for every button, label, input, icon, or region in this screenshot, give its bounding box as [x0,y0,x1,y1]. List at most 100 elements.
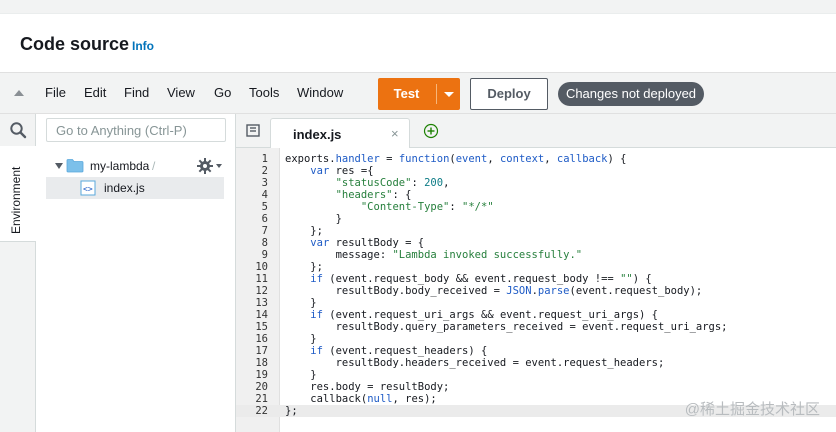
info-link[interactable]: Info [132,39,154,53]
gear-dropdown-caret-icon[interactable] [216,164,222,168]
code-line[interactable]: 13 } [236,297,836,309]
collapse-caret-icon[interactable] [14,90,24,96]
code-line[interactable]: 8 var resultBody = { [236,237,836,249]
code-text: } [285,333,317,345]
folder-suffix: / [152,159,156,173]
menu-file[interactable]: File [45,85,66,100]
go-to-anything-input[interactable]: Go to Anything (Ctrl-P) [46,118,226,142]
test-button[interactable]: Test [378,78,460,110]
code-line[interactable]: 5 "Content-Type": "*/*" [236,201,836,213]
test-button-label: Test [393,86,420,101]
code-line[interactable]: 17 if (event.request_headers) { [236,345,836,357]
code-line[interactable]: 15 resultBody.query_parameters_received … [236,321,836,333]
line-number: 19 [255,369,268,381]
code-line[interactable]: 1 exports.handler = function(event, conte… [236,153,836,165]
tree-folder-my-lambda[interactable]: my-lambda / [46,155,236,177]
code-text: if (event.request_body && event.request_… [310,273,652,285]
menu-go[interactable]: Go [214,85,231,100]
page-title: Code source [20,34,130,54]
line-number: 14 [255,309,268,321]
line-number: 5 [261,201,268,213]
code-line[interactable]: 20 res.body = resultBody; [236,381,836,393]
line-number: 18 [255,357,268,369]
test-dropdown-caret-icon[interactable] [444,92,454,97]
tree-file-index-js[interactable]: <> index.js [46,177,224,199]
status-badge: Changes not deployed [558,82,704,106]
menu-view[interactable]: View [167,85,195,100]
line-number: 3 [261,177,268,189]
code-text: callback(null, res); [285,393,437,405]
menu-window[interactable]: Window [297,85,343,100]
line-number: 1 [261,153,268,165]
code-text: "statusCode": 200, [335,177,450,189]
gear-icon[interactable] [196,157,214,178]
code-text: } [285,297,317,309]
line-number: 8 [261,237,268,249]
code-line[interactable]: 10 }; [236,261,836,273]
line-number: 21 [255,393,268,405]
search-icon[interactable] [9,121,27,144]
line-number: 10 [255,261,268,273]
code-line[interactable]: 4 "headers": { [236,189,836,201]
file-label: index.js [104,181,145,195]
line-number: 13 [255,297,268,309]
code-line[interactable]: 3 "statusCode": 200, [236,177,836,189]
line-number: 6 [261,213,268,225]
tab-label: index.js [293,127,342,142]
line-number: 9 [261,249,268,261]
code-text: resultBody.query_parameters_received = e… [285,321,728,333]
tab-index-js[interactable]: index.js × [270,118,410,149]
code-line[interactable]: 12 resultBody.body_received = JSON.parse… [236,285,836,297]
environment-tab-label: Environment [9,166,23,234]
menu-find[interactable]: Find [124,85,149,100]
tabs-menu-icon[interactable] [246,124,260,143]
deploy-button[interactable]: Deploy [470,78,548,110]
code-text: var res ={ [310,165,374,177]
add-tab-icon[interactable] [423,123,439,144]
line-number: 11 [255,273,268,285]
code-line[interactable]: 14 if (event.request_uri_args && event.r… [236,309,836,321]
close-icon[interactable]: × [391,126,399,141]
code-line[interactable]: 9 message: "Lambda invoked successfully.… [236,249,836,261]
code-text: message: "Lambda invoked successfully." [285,249,583,261]
test-button-divider [436,84,437,104]
code-text: resultBody.body_received = JSON.parse(ev… [285,285,703,297]
code-line[interactable]: 11 if (event.request_body && event.reque… [236,273,836,285]
code-text: var resultBody = { [310,237,425,249]
code-text: if (event.request_uri_args && event.requ… [310,309,658,321]
code-line[interactable]: 19 } [236,369,836,381]
line-number: 15 [255,321,268,333]
code-line[interactable]: 6 } [236,213,836,225]
line-number: 16 [255,333,268,345]
editor-tab-bar: index.js × [236,114,836,149]
expand-triangle-icon[interactable] [55,163,63,169]
line-number: 7 [261,225,268,237]
svg-text:<>: <> [83,185,93,194]
menu-tools[interactable]: Tools [249,85,279,100]
code-line[interactable]: 18 resultBody.headers_received = event.r… [236,357,836,369]
watermark: @稀土掘金技术社区 [684,401,820,418]
line-number: 2 [261,165,268,177]
code-source-header: Code source Info [0,14,836,72]
code-text: if (event.request_headers) { [310,345,488,357]
left-rail: Environment [0,114,36,432]
menu-edit[interactable]: Edit [84,85,106,100]
code-line[interactable]: 7 }; [236,225,836,237]
folder-label: my-lambda [90,159,150,173]
line-number: 17 [255,345,268,357]
js-file-icon: <> [80,180,96,199]
code-editor[interactable]: 1 exports.handler = function(event, conte… [236,148,836,432]
code-text: } [285,369,317,381]
line-number: 4 [261,189,268,201]
code-line[interactable]: 2 var res ={ [236,165,836,177]
line-number: 12 [255,285,268,297]
code-text: exports.handler = function(event, contex… [285,153,627,165]
line-number: 20 [255,381,268,393]
environment-tab[interactable]: Environment [0,146,36,242]
folder-icon [66,158,84,176]
top-strip [0,0,836,14]
code-line[interactable]: 16 } [236,333,836,345]
code-text: }; [285,261,323,273]
file-explorer: Go to Anything (Ctrl-P) my-lambda / <> i… [36,114,236,432]
ide-menubar: File Edit Find View Go Tools Window Test… [0,72,836,114]
